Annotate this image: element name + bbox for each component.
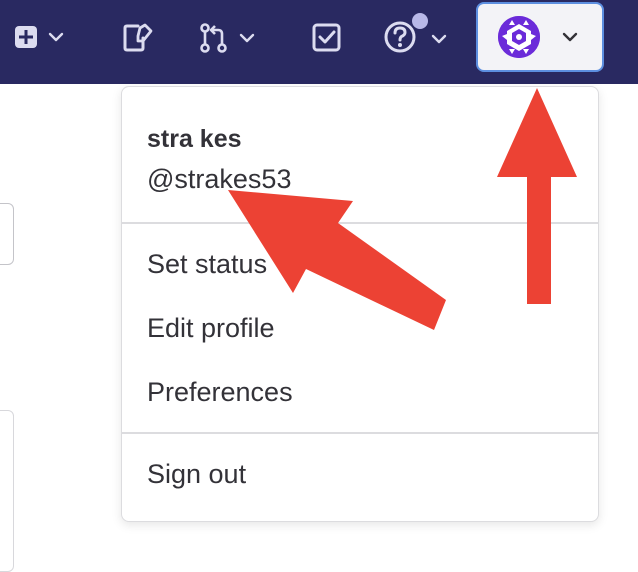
create-new-button[interactable] <box>14 25 64 49</box>
issues-button[interactable] <box>122 23 154 53</box>
preferences-item[interactable]: Preferences <box>147 377 293 408</box>
help-button[interactable] <box>383 12 447 54</box>
menu-divider <box>122 222 598 224</box>
chevron-down-icon <box>48 32 64 42</box>
merge-requests-button[interactable] <box>199 22 255 54</box>
merge-request-icon <box>200 23 227 53</box>
help-icon <box>384 13 428 53</box>
avatar-pattern-icon <box>498 16 540 58</box>
plus-square-icon <box>15 26 37 48</box>
avatar <box>498 16 540 58</box>
top-navbar <box>0 0 638 84</box>
menu-divider <box>122 432 598 434</box>
chevron-down-icon <box>562 32 578 42</box>
chevron-down-icon <box>239 33 255 43</box>
background-input <box>0 203 14 265</box>
notification-dot <box>412 13 428 29</box>
user-username[interactable]: @strakes53 <box>147 164 291 195</box>
sign-out-item[interactable]: Sign out <box>147 459 246 490</box>
edit-profile-item[interactable]: Edit profile <box>147 313 275 344</box>
set-status-item[interactable]: Set status <box>147 249 267 280</box>
user-menu-button[interactable] <box>476 2 604 72</box>
chevron-down-icon <box>431 34 447 44</box>
issues-icon <box>123 23 153 52</box>
todo-icon <box>312 23 341 52</box>
user-dropdown-menu: stra kes @strakes53 Set status Edit prof… <box>121 86 599 522</box>
todo-button[interactable] <box>312 22 342 52</box>
user-display-name[interactable]: stra kes <box>147 125 242 154</box>
